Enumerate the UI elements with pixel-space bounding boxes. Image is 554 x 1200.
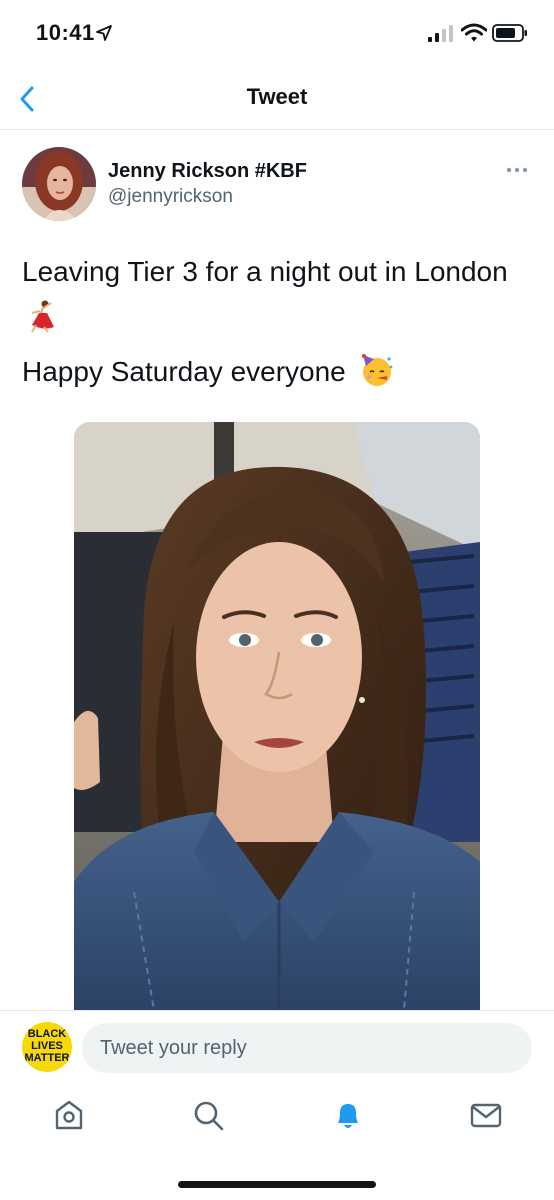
avatar[interactable]: [22, 147, 96, 221]
cellular-signal-icon: [428, 25, 453, 42]
reply-bar: BLACK LIVES MATTER Tweet your reply: [0, 1010, 554, 1082]
blm-avatar-text: BLACK LIVES MATTER: [24, 1028, 70, 1064]
tweet-text-second: Happy Saturday everyone: [22, 350, 394, 394]
messages-icon[interactable]: [469, 1098, 503, 1132]
more-horizontal-icon[interactable]: [504, 163, 530, 177]
notifications-icon[interactable]: [331, 1098, 365, 1132]
tweet-photo[interactable]: [74, 422, 480, 1010]
party-face-emoji: [361, 354, 392, 386]
battery-icon: [492, 24, 527, 42]
tweet-text-line1: Leaving Tier 3 for a night out in London: [22, 256, 508, 287]
status-time: 10:41: [36, 20, 95, 45]
page-title: Tweet: [246, 84, 308, 109]
display-name[interactable]: Jenny Rickson #KBF: [108, 160, 307, 183]
home-indicator: [178, 1181, 376, 1188]
status-bar: 10:41: [0, 0, 554, 70]
reply-input[interactable]: Tweet your reply: [82, 1023, 532, 1073]
user-handle[interactable]: @jennyrickson: [108, 186, 233, 208]
tweet-text: Leaving Tier 3 for a night out in London: [22, 250, 522, 338]
search-icon[interactable]: [191, 1098, 225, 1132]
reply-avatar[interactable]: BLACK LIVES MATTER: [22, 1022, 72, 1072]
home-icon[interactable]: [52, 1098, 86, 1132]
location-arrow-icon: [96, 25, 112, 41]
tweet-text-line2: Happy Saturday everyone: [22, 356, 346, 387]
reply-placeholder: Tweet your reply: [100, 1036, 247, 1059]
dancer-emoji: [31, 300, 54, 333]
nav-header: Tweet: [0, 70, 554, 130]
wifi-icon: [461, 23, 487, 42]
